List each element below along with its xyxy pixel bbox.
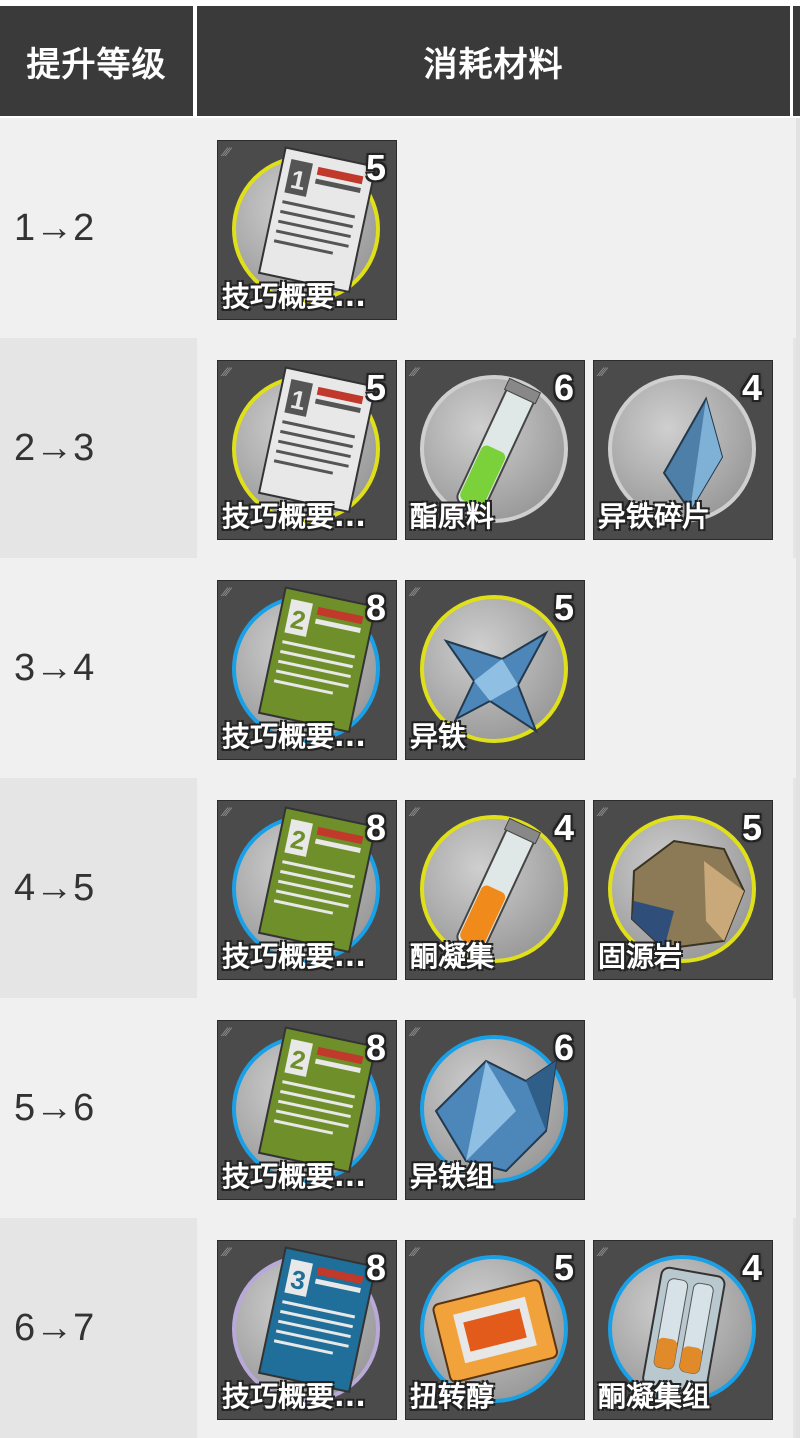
material-name: 技巧概要...	[222, 280, 366, 313]
level-transition: 3→4	[14, 646, 95, 689]
material-count: 4	[553, 807, 574, 848]
material-item[interactable]: ⁄⁄⁄ 4 异铁碎片	[593, 360, 773, 540]
row-edge	[796, 118, 800, 338]
level-transition: 2→3	[14, 426, 95, 469]
material-count: 8	[365, 587, 386, 628]
table-row: 1→2 ⁄⁄⁄ 1 5 技巧概要...	[0, 118, 800, 338]
material-count: 8	[365, 1247, 386, 1288]
material-item[interactable]: ⁄⁄⁄ 3 8 技巧概要...	[217, 1240, 397, 1420]
material-item[interactable]: ⁄⁄⁄ 6 异铁组	[405, 1020, 585, 1200]
material-name: 技巧概要...	[222, 500, 366, 533]
material-count: 4	[741, 1247, 762, 1288]
material-item[interactable]: ⁄⁄⁄ 1 5 技巧概要...	[217, 360, 397, 540]
material-item[interactable]: ⁄⁄⁄ 5 异铁	[405, 580, 585, 760]
level-transition: 6→7	[14, 1306, 95, 1349]
material-item[interactable]: ⁄⁄⁄ 1 5 技巧概要...	[217, 140, 397, 320]
row-edge	[796, 1218, 800, 1438]
material-name: 酮凝集	[410, 940, 495, 973]
material-name: 技巧概要...	[222, 1160, 366, 1193]
level-transition: 1→2	[14, 206, 95, 249]
row-edge	[796, 558, 800, 778]
header-edge	[793, 6, 800, 116]
material-count: 4	[741, 367, 762, 408]
material-count: 8	[365, 1027, 386, 1068]
materials-cell: ⁄⁄⁄ 1 5 技巧概要...	[197, 118, 793, 338]
material-item[interactable]: ⁄⁄⁄ 4 酮凝集	[405, 800, 585, 980]
row-edge	[796, 998, 800, 1218]
material-count: 6	[553, 367, 574, 408]
material-count: 5	[553, 587, 574, 628]
material-name: 酮凝集组	[598, 1380, 711, 1413]
table-row: 4→5 ⁄⁄⁄ 2 8 技巧概要... ⁄⁄⁄ 4 酮凝集 ⁄⁄⁄ 5 固源岩	[0, 778, 800, 998]
material-name: 异铁碎片	[598, 500, 711, 533]
material-name: 固源岩	[598, 940, 683, 973]
materials-cell: ⁄⁄⁄ 2 8 技巧概要... ⁄⁄⁄ 5 异铁	[197, 558, 793, 778]
materials-cell: ⁄⁄⁄ 2 8 技巧概要... ⁄⁄⁄ 6 异铁组	[197, 998, 793, 1218]
row-edge	[796, 338, 800, 558]
materials-cell: ⁄⁄⁄ 3 8 技巧概要... ⁄⁄⁄ 5 扭转醇 ⁄⁄⁄ 4 酮凝集组	[197, 1218, 793, 1438]
material-count: 6	[553, 1027, 574, 1068]
material-name: 酯原料	[410, 500, 495, 533]
material-item[interactable]: ⁄⁄⁄ 2 8 技巧概要...	[217, 580, 397, 760]
level-transition: 4→5	[14, 866, 95, 909]
table-row: 6→7 ⁄⁄⁄ 3 8 技巧概要... ⁄⁄⁄ 5 扭转醇 ⁄⁄⁄ 4 酮凝集组	[0, 1218, 800, 1438]
material-count: 5	[365, 147, 386, 188]
header-materials: 消耗材料	[197, 6, 790, 116]
material-item[interactable]: ⁄⁄⁄ 5 扭转醇	[405, 1240, 585, 1420]
material-name: 异铁	[410, 720, 467, 753]
material-name: 技巧概要...	[222, 720, 366, 753]
material-item[interactable]: ⁄⁄⁄ 2 8 技巧概要...	[217, 800, 397, 980]
material-item[interactable]: ⁄⁄⁄ 2 8 技巧概要...	[217, 1020, 397, 1200]
level-transition: 5→6	[14, 1086, 95, 1129]
material-item[interactable]: ⁄⁄⁄ 6 酯原料	[405, 360, 585, 540]
material-name: 扭转醇	[410, 1380, 495, 1413]
material-name: 异铁组	[410, 1160, 495, 1193]
material-item[interactable]: ⁄⁄⁄ 5 固源岩	[593, 800, 773, 980]
material-item[interactable]: ⁄⁄⁄ 4 酮凝集组	[593, 1240, 773, 1420]
header-level: 提升等级	[0, 6, 193, 116]
table-row: 3→4 ⁄⁄⁄ 2 8 技巧概要... ⁄⁄⁄ 5 异铁	[0, 558, 800, 778]
material-name: 技巧概要...	[222, 940, 366, 973]
table-header: 提升等级 消耗材料	[0, 0, 800, 118]
material-count: 5	[365, 367, 386, 408]
upgrade-materials-table: 提升等级 消耗材料 1→2 ⁄⁄⁄ 1 5 技巧概要... 2→3 ⁄⁄⁄ 1 5 技巧概	[0, 0, 800, 1438]
table-row: 2→3 ⁄⁄⁄ 1 5 技巧概要... ⁄⁄⁄ 6 酯原料 ⁄⁄⁄ 4 异铁碎片	[0, 338, 800, 558]
material-count: 8	[365, 807, 386, 848]
materials-cell: ⁄⁄⁄ 1 5 技巧概要... ⁄⁄⁄ 6 酯原料 ⁄⁄⁄ 4 异铁碎片	[197, 338, 793, 558]
materials-cell: ⁄⁄⁄ 2 8 技巧概要... ⁄⁄⁄ 4 酮凝集 ⁄⁄⁄ 5 固源岩	[197, 778, 793, 998]
material-name: 技巧概要...	[222, 1380, 366, 1413]
table-row: 5→6 ⁄⁄⁄ 2 8 技巧概要... ⁄⁄⁄ 6 异铁组	[0, 998, 800, 1218]
material-count: 5	[553, 1247, 574, 1288]
row-edge	[796, 778, 800, 998]
material-count: 5	[741, 807, 762, 848]
